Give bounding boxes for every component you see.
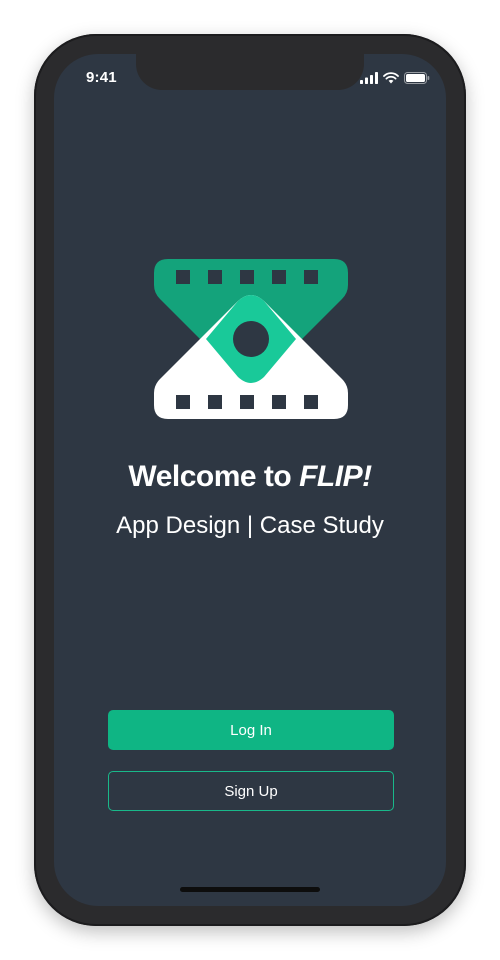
phone-frame: 9:41 Welcome to FLIP! App Design | Case …: [34, 34, 466, 926]
brand-name: FLIP!: [299, 460, 372, 493]
battery-icon: [404, 72, 430, 84]
sign-up-button[interactable]: Sign Up: [108, 771, 394, 811]
app-screen: 9:41 Welcome to FLIP! App Design | Case …: [54, 54, 446, 906]
log-in-button[interactable]: Log In: [108, 710, 394, 750]
home-indicator[interactable]: [180, 887, 320, 892]
welcome-prefix: Welcome to: [128, 460, 300, 493]
status-icons: [360, 71, 430, 85]
status-time: 9:41: [86, 69, 117, 86]
wifi-icon: [383, 72, 399, 84]
signal-icon: [360, 72, 378, 84]
welcome-heading: Welcome to FLIP!: [54, 460, 446, 494]
device-notch: [136, 54, 364, 90]
subtitle: App Design | Case Study: [116, 512, 384, 539]
flip-logo-icon: [154, 259, 348, 419]
